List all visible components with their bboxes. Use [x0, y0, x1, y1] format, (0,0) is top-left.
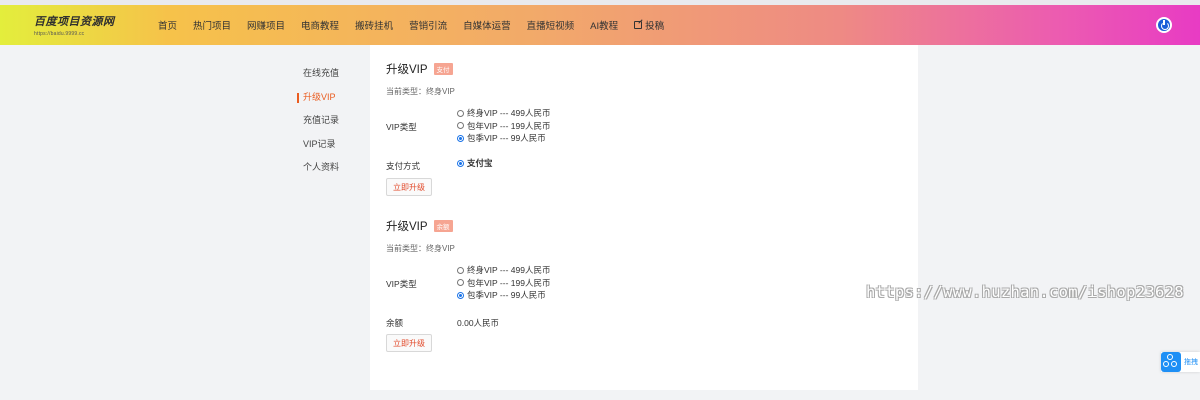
power-icon[interactable]: [1156, 17, 1172, 33]
sidebar-item-upgrade-vip[interactable]: 升级VIP: [297, 86, 367, 110]
section-title-text: 升级VIP: [386, 64, 428, 76]
option-yearly[interactable]: 包年VIP --- 199人民币: [457, 277, 550, 290]
radio-button[interactable]: [457, 266, 464, 274]
nav-online-earning[interactable]: 网赚项目: [247, 18, 285, 32]
pay-method-label: 支付方式: [386, 161, 421, 171]
section-badge: 余额: [433, 220, 453, 232]
option-label: 包季VIP --- 99人民币: [467, 133, 546, 144]
option-lifetime[interactable]: 终身VIP --- 499人民币: [457, 107, 550, 120]
vip-type-row: VIP类型 终身VIP --- 499人民币 包年VIP --- 199人民币 …: [386, 107, 886, 147]
site-header: 百度项目资源网 https://baidu.9999.cc 首页 热门项目 网赚…: [0, 5, 1200, 45]
nav-ecommerce[interactable]: 电商教程: [301, 18, 339, 32]
nav-self-media[interactable]: 自媒体运营: [463, 18, 511, 32]
vip-type-label: VIP类型: [386, 279, 417, 289]
user-sidebar: 在线充值 升级VIP 充值记录 VIP记录 个人资料: [297, 62, 367, 180]
main-nav: 首页 热门项目 网赚项目 电商教程 搬砖挂机 营销引流 自媒体运营 直播短视频 …: [158, 5, 680, 45]
nav-submit-label: 投稿: [645, 21, 665, 32]
nav-ai-tutorial[interactable]: AI教程: [590, 18, 618, 32]
option-label: 包年VIP --- 199人民币: [467, 120, 551, 131]
radio-button[interactable]: [457, 122, 464, 130]
watermark-text: https://www.huzhan.com/ishop23628: [866, 283, 1184, 301]
main-panel: 升级VIP 支付 当前类型：终身VIP VIP类型 终身VIP --- 499人…: [370, 45, 918, 390]
section-title-text: 升级VIP: [386, 221, 428, 233]
balance-row: 余额 0.00人民币: [386, 314, 886, 328]
sidebar-item-profile[interactable]: 个人资料: [297, 156, 367, 180]
upgrade-button[interactable]: 立即升级: [386, 178, 432, 196]
nav-home[interactable]: 首页: [158, 18, 177, 32]
nav-submit[interactable]: 投稿: [634, 18, 664, 32]
cluster-icon: [1161, 352, 1181, 372]
radio-button[interactable]: [457, 159, 464, 167]
upgrade-section-pay: 升级VIP 支付 当前类型：终身VIP VIP类型 终身VIP --- 499人…: [386, 61, 886, 196]
radio-button[interactable]: [457, 291, 464, 299]
radio-button[interactable]: [457, 109, 464, 117]
sidebar-item-recharge[interactable]: 在线充值: [297, 62, 367, 86]
vip-options: 终身VIP --- 499人民币 包年VIP --- 199人民币 包季VIP …: [457, 107, 550, 145]
option-quarterly[interactable]: 包季VIP --- 99人民币: [457, 289, 550, 302]
site-logo[interactable]: 百度项目资源网 https://baidu.9999.cc: [34, 13, 120, 37]
section-title: 升级VIP 支付: [386, 61, 886, 77]
balance-label: 余额: [386, 318, 404, 328]
current-type: 当前类型：终身VIP: [386, 87, 455, 96]
option-label: 终身VIP --- 499人民币: [467, 108, 551, 119]
nav-hot-projects[interactable]: 热门项目: [193, 18, 231, 32]
drag-float-button[interactable]: 拖拽: [1161, 352, 1200, 372]
radio-button[interactable]: [457, 134, 464, 142]
logo-text: 百度项目资源网: [34, 15, 115, 28]
upgrade-section-balance: 升级VIP 余额 当前类型：终身VIP VIP类型 终身VIP --- 499人…: [386, 218, 886, 352]
vip-type-label: VIP类型: [386, 122, 417, 132]
balance-value: 0.00人民币: [457, 318, 500, 328]
section-badge: 支付: [433, 63, 453, 75]
current-type: 当前类型：终身VIP: [386, 244, 455, 253]
option-quarterly[interactable]: 包季VIP --- 99人民币: [457, 132, 550, 145]
sidebar-item-vip-records[interactable]: VIP记录: [297, 133, 367, 157]
option-yearly[interactable]: 包年VIP --- 199人民币: [457, 120, 550, 133]
option-label: 包年VIP --- 199人民币: [467, 277, 551, 288]
logo-url: https://baidu.9999.cc: [34, 31, 85, 37]
pay-alipay-option[interactable]: 支付宝: [457, 157, 493, 170]
option-lifetime[interactable]: 终身VIP --- 499人民币: [457, 264, 550, 277]
nav-hang-up[interactable]: 搬砖挂机: [355, 18, 393, 32]
section-title: 升级VIP 余额: [386, 218, 886, 234]
radio-button[interactable]: [457, 279, 464, 287]
pay-method-row: 支付方式 支付宝: [386, 157, 886, 171]
pay-method-value: 支付宝: [467, 158, 493, 169]
option-label: 包季VIP --- 99人民币: [467, 290, 546, 301]
vip-options: 终身VIP --- 499人民币 包年VIP --- 199人民币 包季VIP …: [457, 264, 550, 302]
vip-type-row: VIP类型 终身VIP --- 499人民币 包年VIP --- 199人民币 …: [386, 264, 886, 304]
nav-marketing[interactable]: 营销引流: [409, 18, 447, 32]
nav-live-video[interactable]: 直播短视频: [527, 18, 575, 32]
sidebar-item-recharge-records[interactable]: 充值记录: [297, 109, 367, 133]
edit-icon: [634, 21, 643, 29]
upgrade-button[interactable]: 立即升级: [386, 334, 432, 352]
drag-label: 拖拽: [1184, 359, 1198, 366]
option-label: 终身VIP --- 499人民币: [467, 265, 551, 276]
